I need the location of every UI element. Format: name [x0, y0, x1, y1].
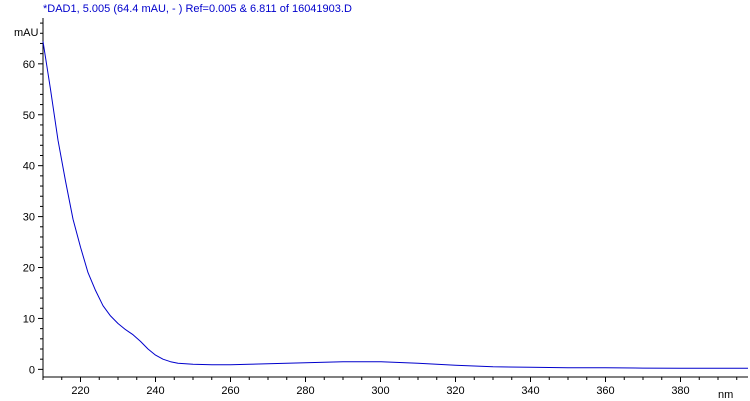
- chart-title: *DAD1, 5.005 (64.4 mAU, - ) Ref=0.005 & …: [43, 3, 352, 15]
- x-tick-label: 260: [221, 385, 239, 397]
- y-axis-ticks: 0 10 20 30 40 50 60: [23, 22, 43, 376]
- x-tick-label: 320: [446, 385, 464, 397]
- y-tick-label: 40: [23, 161, 35, 173]
- x-tick-label: 340: [521, 385, 539, 397]
- x-tick-label: 280: [296, 385, 314, 397]
- spectrum-line: [42, 41, 748, 369]
- x-axis-label: nm: [718, 389, 733, 401]
- axes: [42, 18, 748, 378]
- x-axis-ticks: 220 240 260 280 300 320 340 360 380: [42, 377, 738, 397]
- y-tick-label: 10: [23, 313, 35, 325]
- y-tick-label: 60: [23, 59, 35, 71]
- x-tick-label: 240: [146, 385, 164, 397]
- y-tick-label: 30: [23, 212, 35, 224]
- x-tick-label: 380: [671, 385, 689, 397]
- series-group: [42, 41, 748, 369]
- spectrum-chart: *DAD1, 5.005 (64.4 mAU, - ) Ref=0.005 & …: [14, 3, 748, 401]
- y-axis-label: mAU: [14, 27, 39, 39]
- y-tick-label: 20: [23, 263, 35, 275]
- x-tick-label: 220: [71, 385, 89, 397]
- x-tick-label: 360: [596, 385, 614, 397]
- x-tick-label: 300: [371, 385, 389, 397]
- y-tick-label: 50: [23, 110, 35, 122]
- y-tick-label: 0: [29, 364, 35, 376]
